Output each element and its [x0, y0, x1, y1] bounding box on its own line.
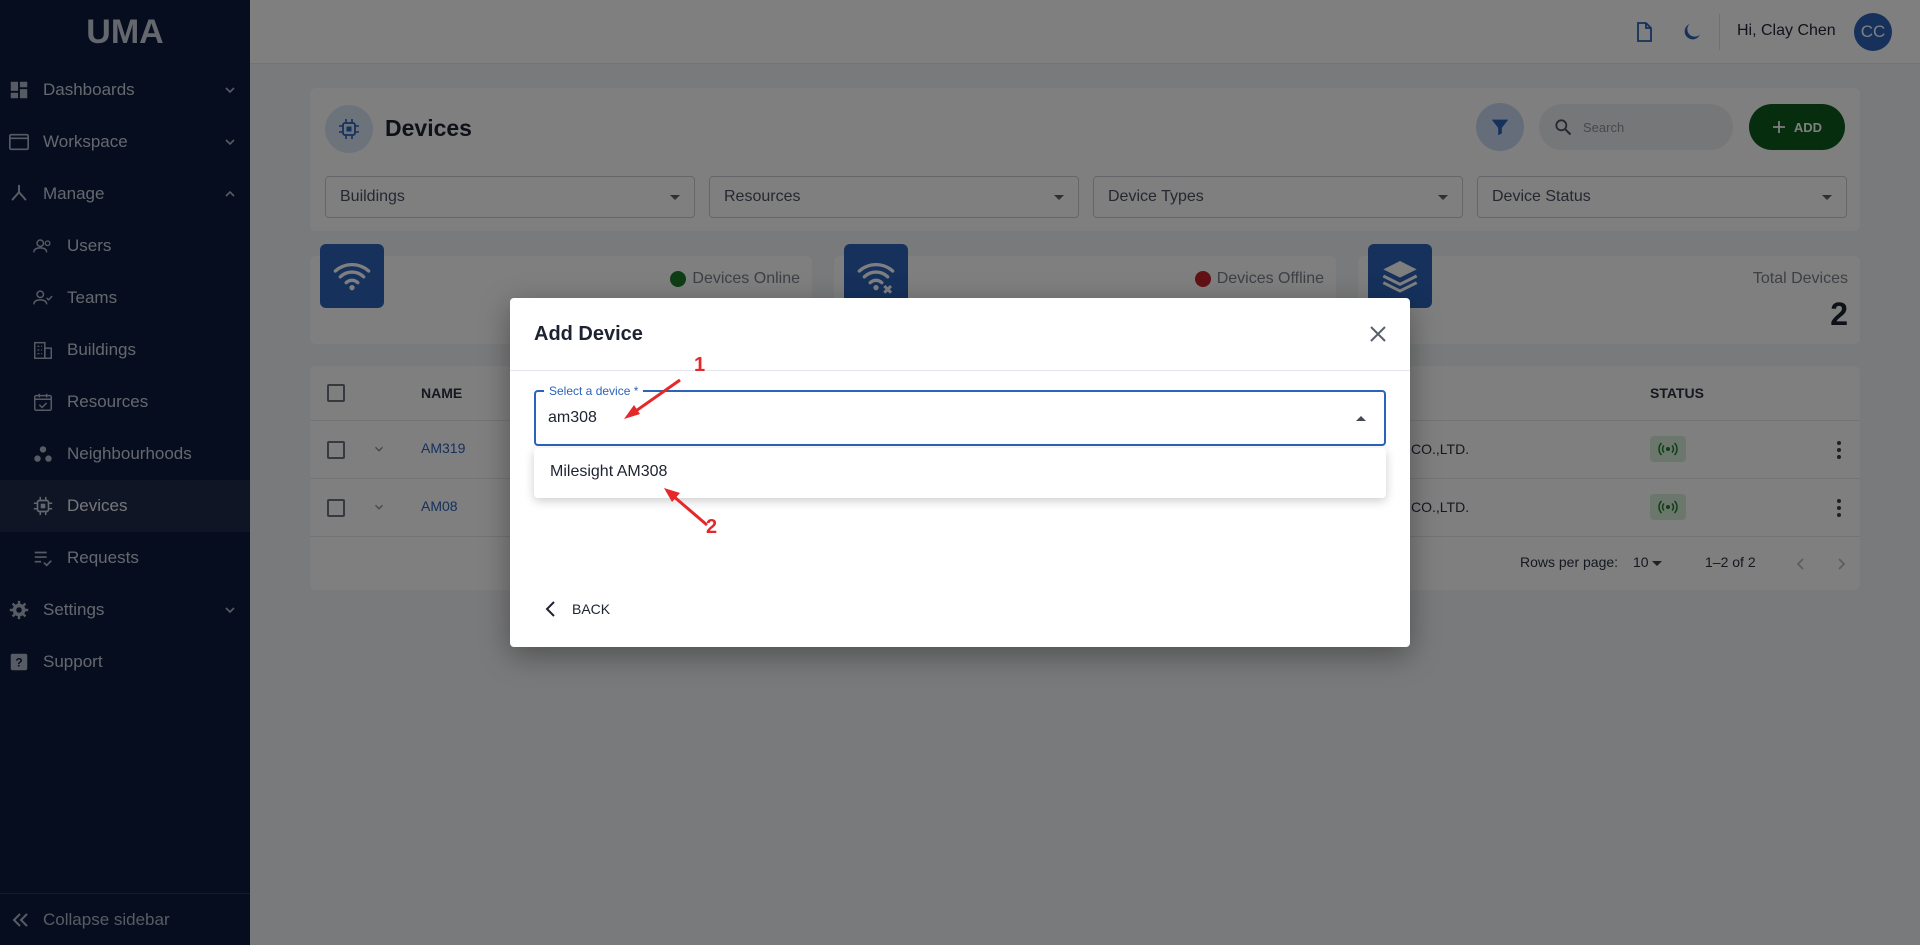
select-device-input[interactable] — [548, 407, 1308, 429]
dialog-title: Add Device — [534, 323, 643, 345]
select-device-field[interactable]: Select a device * — [534, 384, 1386, 446]
annotation-number-2: 2 — [706, 516, 718, 538]
dialog-divider — [510, 370, 1410, 371]
close-icon[interactable] — [1368, 324, 1388, 344]
annotation-number-1: 1 — [694, 354, 706, 376]
back-button[interactable]: BACK — [544, 598, 610, 620]
device-options-list: Milesight AM308 — [534, 448, 1386, 498]
option-milesight-am308[interactable]: Milesight AM308 — [550, 463, 667, 481]
field-label: Select a device * — [544, 384, 644, 398]
caret-up-icon[interactable] — [1356, 416, 1366, 421]
add-device-dialog: Add Device Select a device * Milesight A… — [510, 298, 1410, 647]
chevron-left-icon — [545, 601, 555, 617]
back-label: BACK — [572, 601, 611, 617]
